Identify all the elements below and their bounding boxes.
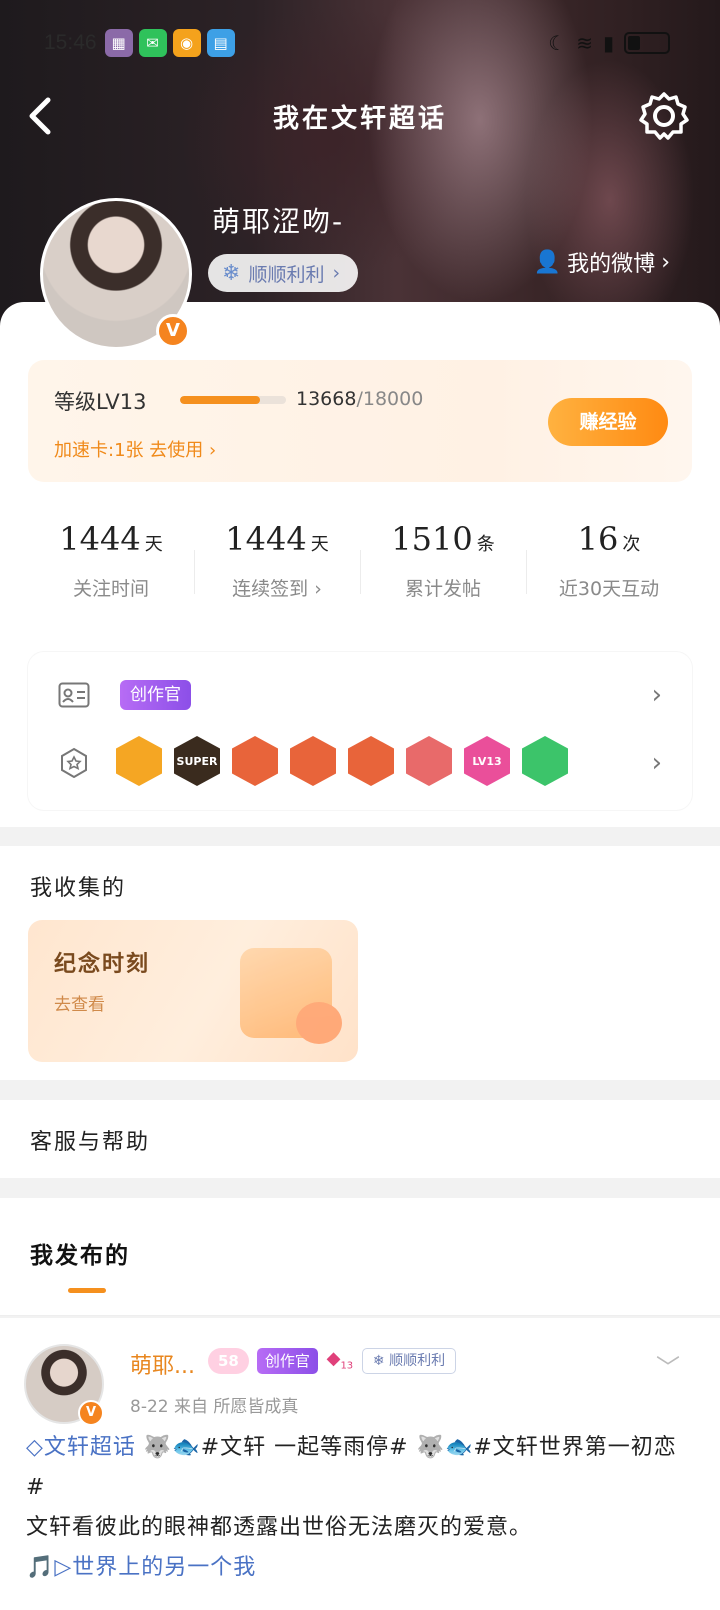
photo-app-icon: ▦ [104,29,133,57]
rabbit-badge-2 [290,736,336,786]
profile-sheet: 等级LV13 13668/18000 加速卡:1张 去使用 › 赚经验 1444… [0,302,720,827]
chevron-right-icon: › [208,440,217,461]
wifi-icon: ≋ [576,31,593,55]
stat-follow-time: 1444 天 关注时间 [28,520,194,620]
stat-value: 1444 [59,520,141,558]
collection-section: 我收集的 纪念时刻 去查看 [0,846,720,1080]
speed-card-label: 加速卡:1张 去使用 [54,440,204,461]
stat-unit: 次 [622,534,641,555]
page-title: 我在文轩超话 [272,104,447,134]
wechat-icon: ✉ [138,29,167,57]
level-exp: 13668/18000 [296,388,423,410]
post-author-name[interactable]: 萌耶... [130,1348,195,1380]
id-card-icon [58,682,90,710]
stats-row: 1444 天 关注时间 1444 天 连续签到 › 1510 条 累计发帖 16 次 近… [28,520,692,620]
tab-underline [68,1288,106,1293]
level-progress-bar [180,396,286,404]
stat-unit: 条 [476,534,495,555]
weibo-icon: ◉ [172,29,201,57]
my-weibo-label: 我的微博 [567,252,656,277]
exp-current: 13668 [296,388,357,410]
user-status-label: 顺顺利利 [248,263,325,286]
stat-interactions: 16 次 近30天互动 [526,520,692,620]
post-body: ◇文轩超话 🐺🐟#文轩 一起等雨停# 🐺🐟#文轩世界第一初恋# 文轩看彼此的眼神… [26,1428,690,1588]
stat-unit: 天 [144,534,163,555]
level-label: 等级LV13 [54,390,147,414]
username: 萌耶涩吻- [212,205,345,238]
status-bar: 15:46 ▦ ✉ ◉ ▤ ☾ ≋ ▮ [44,26,670,60]
stat-label: 连续签到 › [232,578,322,600]
post-card: V 萌耶... 58 创作官 ◆13 ❄ 顺顺利利 ﹀ 8-22 来自 所愿皆成… [0,1318,720,1610]
chevron-right-icon[interactable]: › [652,748,662,778]
top-nav: 我在文轩超话 [0,86,720,146]
verified-v-icon: V [156,314,190,348]
settings-button[interactable] [638,90,690,142]
smooth-tag: ❄ 顺顺利利 [361,1348,457,1374]
stat-unit: 天 [310,534,329,555]
stat-label: 累计发帖 [404,578,481,600]
rabbit-badge-1 [232,736,278,786]
creator-badge[interactable]: 创作官 [120,680,191,710]
moon-icon: ☾ [548,31,567,55]
earn-exp-button[interactable]: 赚经验 [548,398,668,446]
chevron-down-icon[interactable]: ﹀ [656,1348,680,1383]
tab-published[interactable]: 我发布的 [30,1236,130,1270]
medal-icon [58,746,90,779]
stat-checkin[interactable]: 1444 天 连续签到 › [194,520,360,620]
calendar-heart-icon [240,948,342,1044]
stat-value: 1444 [225,520,307,558]
gem-icon: ◆13 [326,1348,354,1372]
post-author-tags: 58 创作官 ◆13 ❄ 顺顺利利 [208,1348,457,1374]
fan-level-tag: 58 [208,1348,249,1374]
topic-link[interactable]: ◇文轩超话 [26,1435,136,1460]
chevron-right-icon[interactable]: › [652,680,662,710]
creator-tag: 创作官 [256,1348,318,1374]
stat-value: 1510 [391,520,473,558]
book-icon: ▤ [206,29,235,57]
music-link[interactable]: 🎵▷世界上的另一个我 [26,1548,690,1588]
exp-max: /18000 [356,388,424,410]
lv-badge: LV13 [464,736,510,786]
verified-v-icon: V [78,1400,104,1426]
collection-title: 我收集的 [30,876,127,901]
user-status-tag[interactable]: ❄ 顺顺利利 › [208,254,359,292]
chevron-right-icon: › [332,262,341,284]
post-line-2: 文轩看彼此的眼神都透露出世俗无法磨灭的爱意。 [26,1515,533,1540]
memory-card[interactable]: 纪念时刻 去查看 [28,920,358,1062]
signal-icon: ▮ [602,31,614,55]
stat-value: 16 [577,520,619,558]
badge-card: 创作官 › SUPER LV13 › [28,652,692,810]
hand-badge [522,736,568,786]
memory-title: 纪念时刻 [54,952,151,977]
published-tab-bar: 我发布的 [0,1198,720,1316]
help-title: 客服与帮助 [30,1130,151,1155]
chevron-right-icon: › [314,578,322,600]
level-card: 等级LV13 13668/18000 加速卡:1张 去使用 › 赚经验 [28,360,692,482]
rabbit-badge-3 [348,736,394,786]
stat-label: 近30天互动 [558,578,660,600]
crown-gold-badge [116,736,162,786]
snowflake-icon: ❄ [222,260,241,286]
speed-card-link[interactable]: 加速卡:1张 去使用 › [54,436,216,462]
stat-label: 关注时间 [72,578,149,600]
smooth-tag-label: 顺顺利利 [389,1353,446,1369]
gear-icon [639,92,689,140]
super-crown-badge: SUPER [174,736,220,786]
person-icon: 👤 [533,249,562,275]
post-meta: 8-22 来自 所愿皆成真 [130,1397,299,1417]
battery-icon [624,32,670,54]
post-line-1: ◇文轩超话 🐺🐟#文轩 一起等雨停# 🐺🐟#文轩世界第一初恋# [26,1428,690,1508]
help-section[interactable]: 客服与帮助 [0,1100,720,1178]
my-weibo-link[interactable]: 👤 我的微博 › [534,246,670,278]
status-time: 15:46 [44,31,97,54]
chevron-right-icon: › [661,249,670,275]
stat-posts: 1510 条 累计发帖 [360,520,526,620]
rabbit-badge-4 [406,736,452,786]
level-progress-fill [180,396,261,404]
badge-list[interactable]: SUPER LV13 [116,736,568,786]
gem-level: 13 [340,1360,354,1372]
status-indicators: ☾ ≋ ▮ [548,31,670,55]
memory-sub: 去查看 [54,995,105,1015]
